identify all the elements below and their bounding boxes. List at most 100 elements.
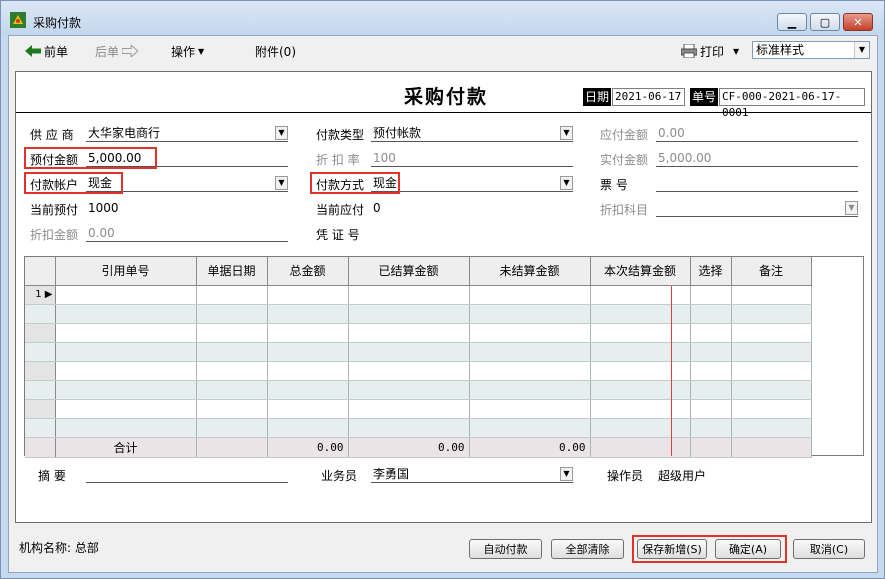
table-cell[interactable] [590,285,691,305]
table-row[interactable] [25,323,812,343]
next-doc-button[interactable]: 后单 [95,42,139,60]
operate-menu-button[interactable]: 操作 ▼ [171,42,204,60]
print-button[interactable]: 打印 [681,42,724,60]
table-cell[interactable] [55,361,197,381]
table-cell[interactable] [196,418,268,438]
row-indicator[interactable] [25,361,56,381]
cancel-button[interactable]: 取消(C) [793,539,865,559]
table-row[interactable] [25,304,812,324]
chevron-down-icon[interactable]: ▼ [275,126,288,140]
col-total-amount[interactable]: 总金额 [267,257,349,286]
table-cell[interactable] [731,361,812,381]
table-cell[interactable] [469,361,591,381]
docno-field[interactable]: CF-000-2021-06-17-0001 [719,88,865,119]
col-this-settle[interactable]: 本次结算金额 [590,257,691,286]
col-select[interactable]: 选择 [690,257,732,286]
table-cell[interactable] [348,361,470,381]
table-cell[interactable] [590,418,691,438]
table-cell[interactable] [590,361,691,381]
table-cell[interactable] [690,399,732,419]
close-button[interactable]: ✕ [843,13,873,31]
account-select[interactable]: 现金 ▼ [86,174,288,192]
table-row[interactable] [25,342,812,362]
print-dropdown-icon[interactable]: ▼ [733,42,739,60]
print-style-select[interactable]: 标准样式 ▼ [752,41,870,59]
discount-subject-select[interactable]: ▼ [656,199,858,217]
table-cell[interactable] [267,399,349,419]
chevron-down-icon[interactable]: ▼ [560,467,573,481]
table-row[interactable] [25,418,812,438]
save-new-button[interactable]: 保存新增(S) [637,539,707,559]
row-indicator[interactable] [25,380,56,400]
table-row[interactable] [25,380,812,400]
col-unsettled[interactable]: 未结算金额 [469,257,591,286]
table-cell[interactable] [690,285,732,305]
ticket-field[interactable] [656,174,858,192]
row-indicator[interactable] [25,342,56,362]
prepay-field[interactable]: 5,000.00 [86,149,288,167]
col-remark[interactable]: 备注 [731,257,812,286]
table-cell[interactable] [469,342,591,362]
summary-field[interactable] [86,465,288,483]
table-row[interactable]: 1 ▶ [25,285,812,305]
title-bar[interactable]: 采购付款 ▁ ▢ ✕ [1,1,884,35]
table-cell[interactable] [590,399,691,419]
clerk-select[interactable]: 李勇国 ▼ [371,465,573,483]
table-cell[interactable] [690,304,732,324]
table-cell[interactable] [267,361,349,381]
row-indicator[interactable] [25,304,56,324]
table-cell[interactable] [348,399,470,419]
table-cell[interactable] [731,418,812,438]
table-cell[interactable] [196,342,268,362]
table-cell[interactable] [590,380,691,400]
chevron-down-icon[interactable]: ▼ [275,176,288,190]
table-cell[interactable] [731,323,812,343]
table-cell[interactable] [690,342,732,362]
table-row[interactable] [25,399,812,419]
chevron-down-icon[interactable]: ▼ [845,201,858,215]
minimize-button[interactable]: ▁ [777,13,807,31]
table-cell[interactable] [348,418,470,438]
table-cell[interactable] [55,399,197,419]
row-indicator[interactable] [25,399,56,419]
table-cell[interactable] [348,323,470,343]
table-cell[interactable] [267,418,349,438]
table-cell[interactable] [731,399,812,419]
auto-pay-button[interactable]: 自动付款 [469,539,542,559]
table-cell[interactable] [196,361,268,381]
pay-type-select[interactable]: 预付帐款 ▼ [371,124,573,142]
table-cell[interactable] [690,418,732,438]
table-cell[interactable] [469,323,591,343]
row-indicator[interactable]: 1 ▶ [25,285,56,305]
table-cell[interactable] [731,380,812,400]
table-cell[interactable] [348,342,470,362]
method-select[interactable]: 现金 ▼ [371,174,573,192]
prev-doc-button[interactable]: 前单 [25,42,68,60]
col-ref-no[interactable]: 引用单号 [55,257,197,286]
table-cell[interactable] [267,380,349,400]
clear-all-button[interactable]: 全部清除 [551,539,624,559]
table-cell[interactable] [267,323,349,343]
supplier-select[interactable]: 大华家电商行 ▼ [86,124,288,142]
chevron-down-icon[interactable]: ▼ [854,42,869,58]
discount-rate-field[interactable]: 100 [371,149,573,167]
table-cell[interactable] [469,380,591,400]
chevron-down-icon[interactable]: ▼ [560,176,573,190]
table-cell[interactable] [690,361,732,381]
table-cell[interactable] [469,285,591,305]
maximize-button[interactable]: ▢ [810,13,840,31]
table-cell[interactable] [590,304,691,324]
table-cell[interactable] [267,285,349,305]
table-cell[interactable] [590,342,691,362]
table-cell[interactable] [196,323,268,343]
table-cell[interactable] [55,323,197,343]
table-cell[interactable] [55,285,197,305]
table-cell[interactable] [267,342,349,362]
table-cell[interactable] [469,304,591,324]
attachment-button[interactable]: 附件(0) [255,42,296,60]
table-cell[interactable] [348,380,470,400]
chevron-down-icon[interactable]: ▼ [560,126,573,140]
confirm-button[interactable]: 确定(A) [715,539,781,559]
table-cell[interactable] [196,285,268,305]
table-cell[interactable] [348,304,470,324]
